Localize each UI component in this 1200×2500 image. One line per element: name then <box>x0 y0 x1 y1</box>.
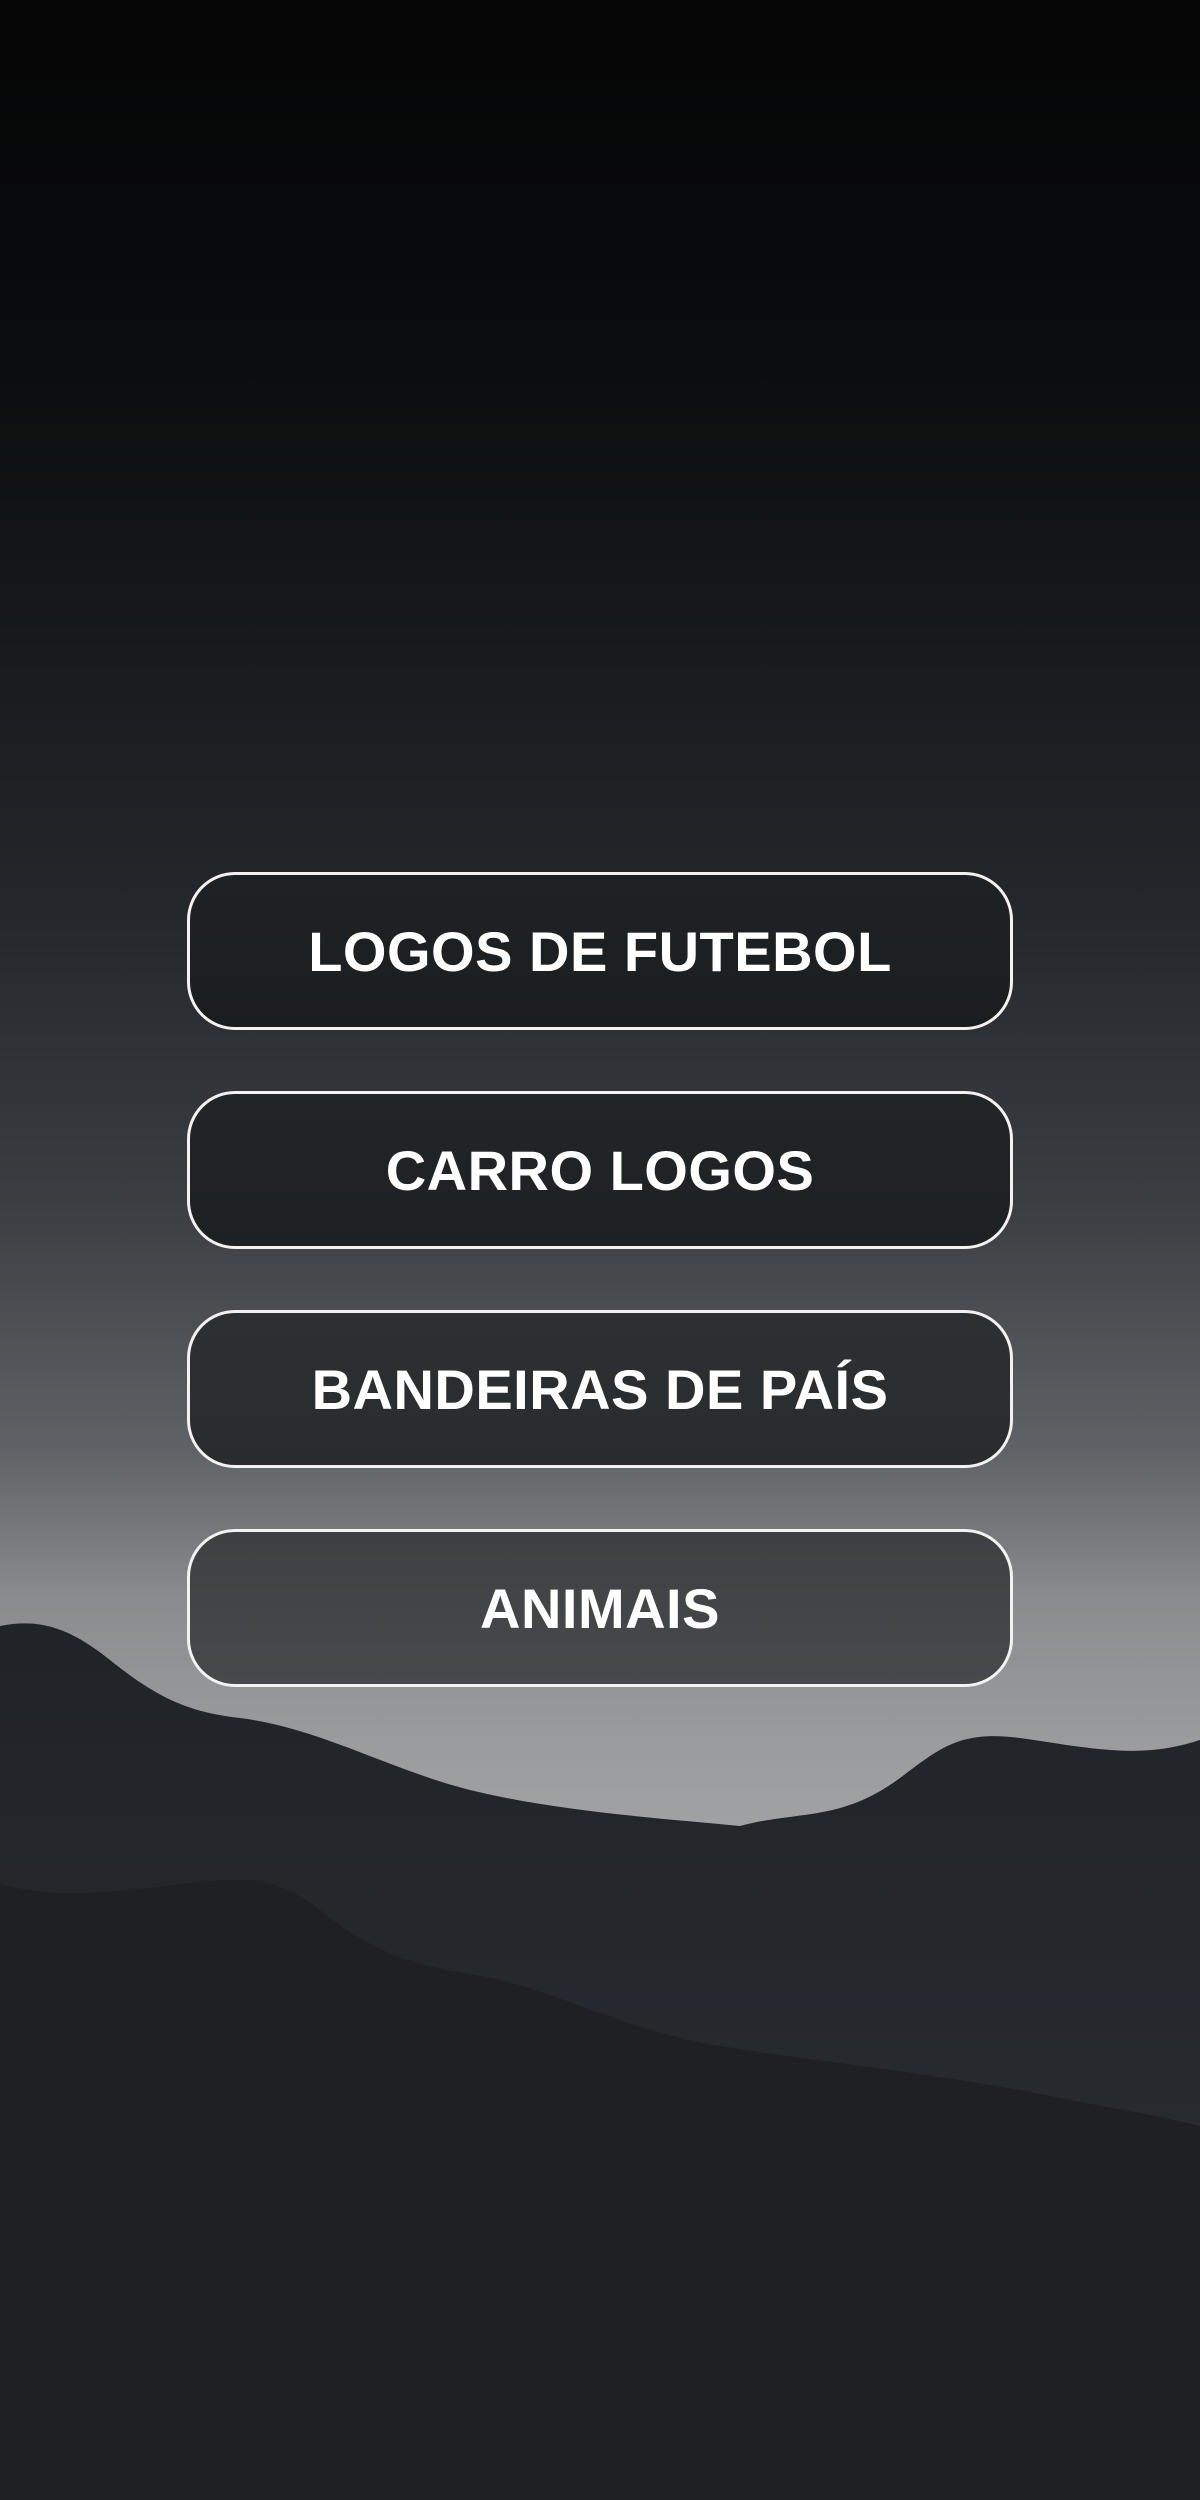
category-menu: LOGOS DE FUTEBOL CARRO LOGOS BANDEIRAS D… <box>187 872 1013 1748</box>
football-logos-button[interactable]: LOGOS DE FUTEBOL <box>187 872 1013 1030</box>
animals-label: ANIMAIS <box>480 1576 720 1640</box>
animals-button[interactable]: ANIMAIS <box>187 1529 1013 1687</box>
country-flags-label: BANDEIRAS DE PAÍS <box>311 1357 889 1421</box>
app-screen: LOGOS DE FUTEBOL CARRO LOGOS BANDEIRAS D… <box>0 0 1200 2500</box>
country-flags-button[interactable]: BANDEIRAS DE PAÍS <box>187 1310 1013 1468</box>
football-logos-label: LOGOS DE FUTEBOL <box>308 919 892 983</box>
car-logos-button[interactable]: CARRO LOGOS <box>187 1091 1013 1249</box>
car-logos-label: CARRO LOGOS <box>385 1138 815 1202</box>
